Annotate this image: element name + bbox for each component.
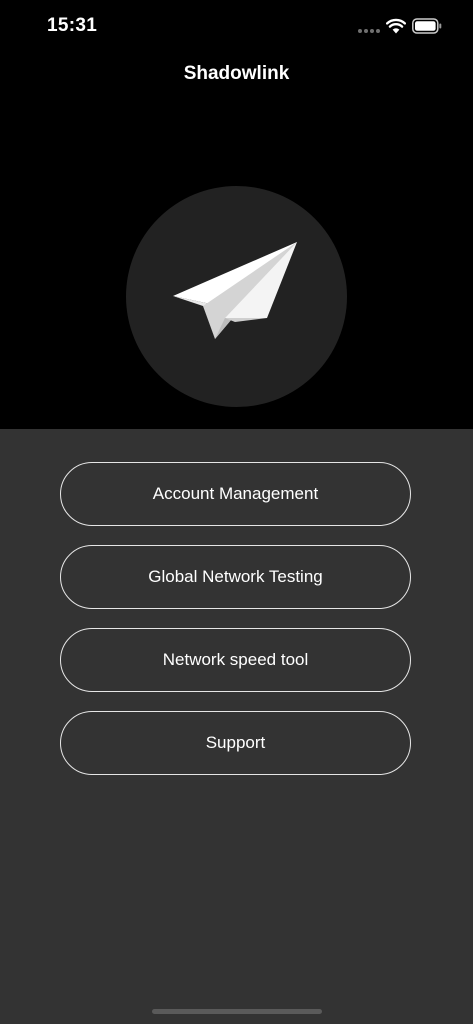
network-speed-tool-button[interactable]: Network speed tool [60, 628, 411, 692]
header-area: 15:31 Shadowlink [0, 0, 473, 429]
global-network-testing-button[interactable]: Global Network Testing [60, 545, 411, 609]
cellular-signal-icon [358, 29, 382, 34]
status-time: 15:31 [47, 15, 98, 36]
support-button[interactable]: Support [60, 711, 411, 775]
app-logo [126, 186, 347, 407]
wifi-icon [386, 18, 406, 34]
home-indicator[interactable] [152, 1009, 322, 1014]
status-bar: 15:31 [0, 0, 473, 52]
account-management-button[interactable]: Account Management [60, 462, 411, 526]
battery-icon [412, 18, 442, 34]
paper-plane-icon [173, 242, 297, 339]
app-title: Shadowlink [183, 63, 290, 84]
